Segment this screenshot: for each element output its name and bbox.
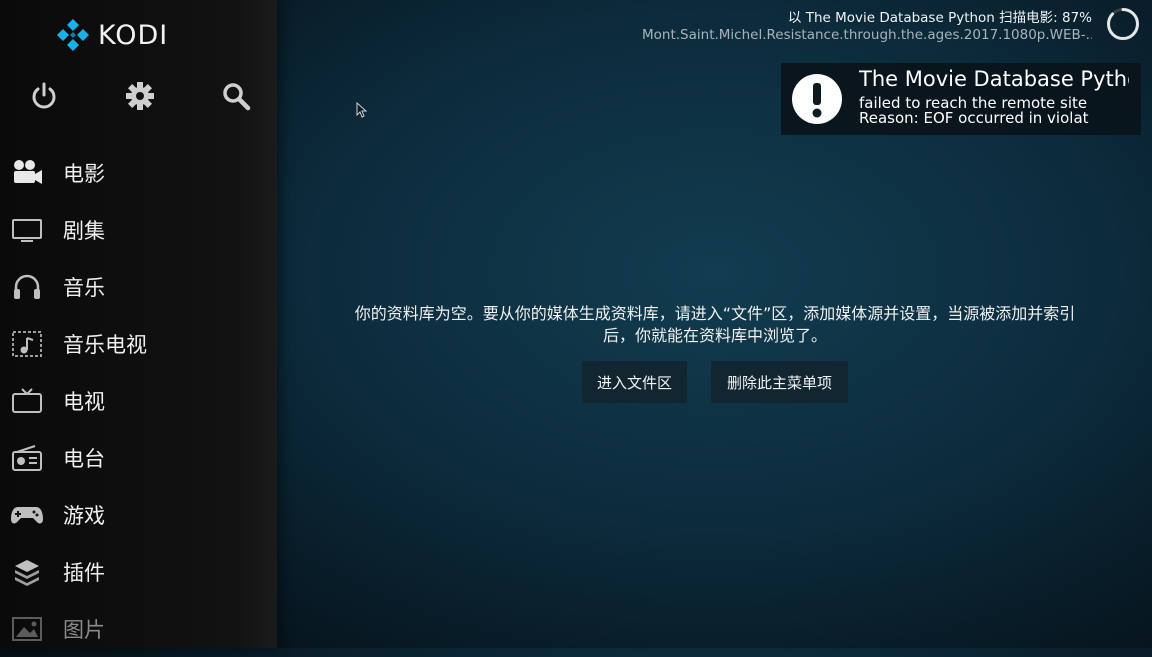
toast-title: The Movie Database Python	[859, 67, 1129, 91]
radio-icon	[10, 443, 44, 473]
gamepad-icon	[10, 500, 44, 530]
menu-label: 电视	[63, 389, 105, 414]
busy-spinner-icon	[1107, 8, 1139, 40]
music-video-icon	[10, 329, 44, 359]
menu-item-radio[interactable]: 电台	[0, 429, 277, 486]
movie-camera-icon	[10, 158, 44, 188]
menu-label: 图片	[63, 617, 105, 642]
headphones-icon	[10, 272, 44, 302]
gear-icon[interactable]	[124, 80, 156, 112]
picture-icon	[10, 614, 44, 644]
addons-box-icon	[10, 557, 44, 587]
top-icon-bar	[0, 80, 277, 112]
mouse-cursor-icon	[356, 102, 368, 118]
menu-label: 剧集	[63, 218, 105, 243]
kodi-logo: KODI	[56, 18, 168, 52]
power-icon[interactable]	[28, 80, 60, 112]
empty-library-message: 你的资料库为空。要从你的媒体生成资料库，请进入“文件”区，添加媒体源并设置，当源…	[300, 303, 1130, 347]
menu-item-tv-shows[interactable]: 剧集	[0, 201, 277, 258]
enter-files-button[interactable]: 进入文件区	[582, 361, 687, 403]
menu-label: 音乐	[63, 275, 105, 300]
kodi-logo-text: KODI	[98, 19, 169, 51]
error-notification-toast: The Movie Database Python failed to reac…	[781, 63, 1141, 135]
menu-item-tv[interactable]: 电视	[0, 372, 277, 429]
menu-item-games[interactable]: 游戏	[0, 486, 277, 543]
menu-label: 插件	[63, 560, 105, 585]
library-scan-status: 以 The Movie Database Python 扫描电影: 87% Mo…	[642, 6, 1092, 43]
menu-label: 音乐电视	[63, 332, 147, 357]
menu-label: 游戏	[63, 503, 105, 528]
scan-progress-text: 以 The Movie Database Python 扫描电影: 87%	[787, 10, 1092, 26]
scan-current-file: Mont.Saint.Michel.Resistance.through.the…	[642, 27, 1092, 43]
menu-item-pictures[interactable]: 图片	[0, 600, 277, 657]
kodi-logo-icon	[57, 19, 89, 51]
search-icon[interactable]	[220, 80, 252, 112]
sidebar: KODI 电影 剧集 音乐 音乐电视 电视 电台 游戏 插件 图片	[0, 0, 277, 648]
empty-library-message-line2: 后，你就能在资料库中浏览了。	[602, 326, 827, 345]
menu-item-music[interactable]: 音乐	[0, 258, 277, 315]
empty-library-message-line1: 你的资料库为空。要从你的媒体生成资料库，请进入“文件”区，添加媒体源并设置，当源…	[354, 304, 1076, 323]
menu-item-addons[interactable]: 插件	[0, 543, 277, 600]
menu-label: 电影	[63, 161, 105, 186]
tv-monitor-icon	[10, 215, 44, 245]
menu-item-music-videos[interactable]: 音乐电视	[0, 315, 277, 372]
warning-exclamation-icon	[792, 74, 842, 124]
toast-message-line2: Reason: EOF occurred in violat	[859, 109, 1089, 127]
television-icon	[10, 386, 44, 416]
menu-item-movies[interactable]: 电影	[0, 144, 277, 201]
menu-label: 电台	[63, 446, 105, 471]
main-menu: 电影 剧集 音乐 音乐电视 电视 电台 游戏 插件 图片	[0, 144, 277, 657]
remove-menu-item-button[interactable]: 删除此主菜单项	[711, 361, 848, 403]
